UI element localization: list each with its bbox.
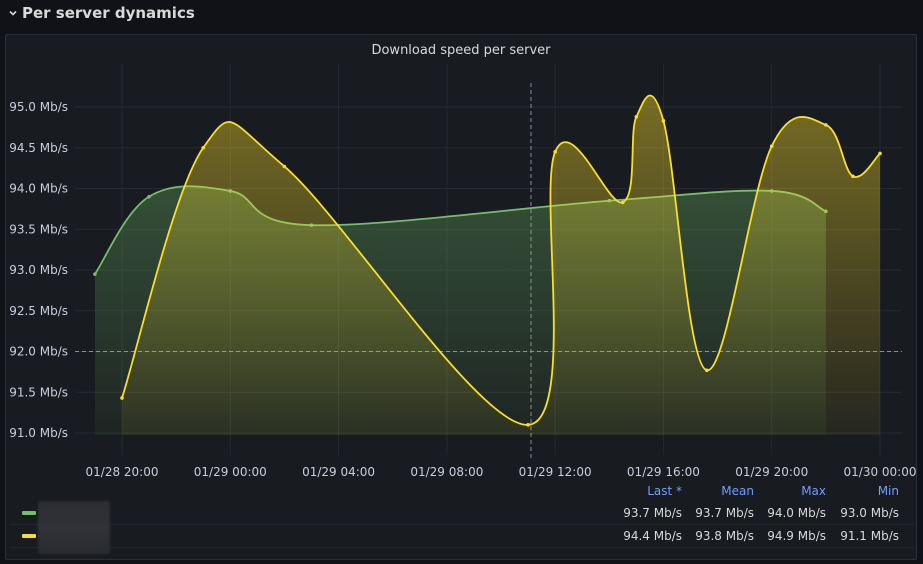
legend-header-min[interactable]: Min — [830, 484, 899, 498]
legend-value: 93.8 Mb/s — [695, 529, 754, 543]
series-point[interactable] — [661, 119, 666, 123]
series-point[interactable] — [93, 272, 97, 276]
series-point[interactable] — [526, 423, 530, 427]
y-tick-label: 92.0 Mb/s — [9, 345, 68, 359]
x-tick-label: 01/29 20:00 — [735, 465, 808, 479]
x-axis: 01/28 20:00 01/29 00:00 01/29 04:00 01/29 0… — [86, 465, 917, 479]
x-tick-label: 01/29 00:00 — [194, 465, 267, 479]
legend-header-last[interactable]: Last * — [612, 484, 682, 498]
x-tick-label: 01/30 00:00 — [844, 465, 917, 479]
legend-value: 94.9 Mb/s — [767, 529, 826, 543]
series-point[interactable] — [769, 144, 774, 148]
x-tick-label: 01/29 12:00 — [519, 465, 592, 479]
y-tick-label: 91.0 Mb/s — [9, 426, 68, 440]
legend-value: 93.7 Mb/s — [623, 506, 682, 520]
y-tick-label: 93.0 Mb/s — [9, 263, 68, 277]
legend-value: 94.4 Mb/s — [623, 529, 682, 543]
download-speed-chart[interactable]: 91.0 Mb/s 91.5 Mb/s 92.0 Mb/s 92.5 Mb/s 93.0… — [0, 0, 923, 564]
legend-value: 94.0 Mb/s — [767, 506, 826, 520]
x-tick-label: 01/28 20:00 — [86, 465, 159, 479]
legend-value: 93.0 Mb/s — [840, 506, 899, 520]
series-point[interactable] — [634, 114, 639, 119]
x-tick-label: 01/29 04:00 — [302, 465, 375, 479]
series-point[interactable] — [878, 151, 882, 156]
y-tick-label: 94.5 Mb/s — [9, 141, 68, 155]
y-tick-label: 94.0 Mb/s — [9, 182, 68, 196]
chart-series — [93, 94, 882, 436]
legend-swatch-green[interactable] — [22, 511, 36, 515]
series-point[interactable] — [120, 396, 124, 400]
legend-value: 93.7 Mb/s — [695, 506, 754, 520]
legend-header-mean[interactable]: Mean — [686, 484, 754, 498]
legend-row-green[interactable]: 93.7 Mb/s 93.7 Mb/s 94.0 Mb/s 93.0 Mb/s — [10, 502, 914, 525]
series-point[interactable] — [851, 174, 855, 179]
legend-value: 91.1 Mb/s — [840, 529, 899, 543]
y-tick-label: 95.0 Mb/s — [9, 100, 68, 114]
y-tick-label: 93.5 Mb/s — [9, 222, 68, 236]
series-point[interactable] — [824, 123, 828, 127]
legend-swatch-yellow[interactable] — [22, 534, 36, 538]
x-tick-label: 01/29 16:00 — [627, 465, 700, 479]
y-tick-label: 92.5 Mb/s — [9, 304, 68, 318]
series-point[interactable] — [201, 145, 206, 150]
y-tick-label: 91.5 Mb/s — [9, 385, 68, 399]
legend-header-max[interactable]: Max — [758, 484, 826, 498]
legend-row-yellow[interactable]: 94.4 Mb/s 93.8 Mb/s 94.9 Mb/s 91.1 Mb/s — [10, 525, 914, 548]
series-point[interactable] — [553, 150, 557, 154]
series-point[interactable] — [621, 200, 625, 205]
series-point[interactable] — [704, 368, 709, 373]
y-axis: 91.0 Mb/s 91.5 Mb/s 92.0 Mb/s 92.5 Mb/s 93.0… — [9, 100, 68, 440]
series-point[interactable] — [282, 164, 287, 169]
series-point[interactable] — [147, 194, 151, 199]
x-tick-label: 01/29 08:00 — [410, 465, 483, 479]
